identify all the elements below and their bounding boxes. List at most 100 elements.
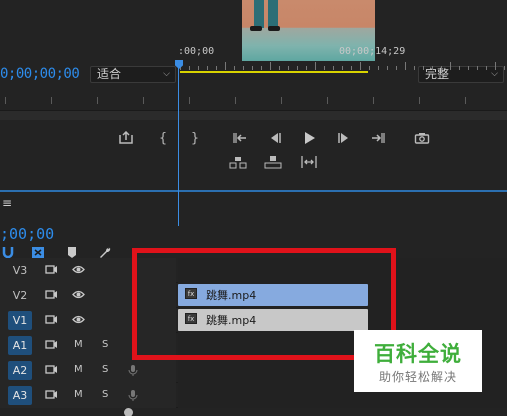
eye-icon[interactable] [72, 289, 85, 303]
sync-lock-icon[interactable] [45, 339, 58, 353]
track-target-v2[interactable]: V2 [8, 286, 32, 305]
track-target-a3[interactable]: A3 [8, 386, 32, 405]
ruler-tick [504, 66, 505, 70]
ruler-tick [327, 97, 328, 104]
track-target-v3[interactable]: V3 [8, 261, 32, 280]
ruler-tick [423, 66, 424, 70]
track-header: A2 M S [0, 358, 176, 383]
sync-lock-icon[interactable] [45, 289, 58, 303]
ruler-tick [5, 97, 6, 104]
ruler-tick [297, 66, 298, 70]
ruler-tick [419, 97, 420, 104]
preview-shoe-right [268, 26, 280, 31]
microphone-icon[interactable] [128, 364, 138, 380]
ruler-tick [369, 66, 370, 70]
track-target-v1[interactable]: V1 [8, 311, 32, 330]
mark-out-icon[interactable]: } [185, 130, 205, 148]
track-target-a1[interactable]: A1 [8, 336, 32, 355]
ruler-tick [261, 66, 262, 70]
ruler-tick [477, 66, 478, 70]
trim-icon[interactable] [299, 154, 319, 172]
ruler-tick [459, 66, 460, 70]
ruler-tick [216, 66, 217, 70]
ruler-start-time: :00;00 [178, 46, 215, 57]
timeline-timecode[interactable]: ;00;00 [0, 225, 54, 243]
sync-lock-icon[interactable] [45, 314, 58, 328]
microphone-icon[interactable] [128, 389, 138, 405]
program-monitor: 0;00;00;00 适合 ⌵ 完整 ⌵ { } [0, 0, 507, 190]
ruler-tick [486, 66, 487, 70]
monitor-time-ruler[interactable] [0, 93, 507, 107]
watermark-title: 百科全说 [374, 342, 462, 366]
go-to-in-icon[interactable] [230, 130, 250, 148]
ruler-tick [198, 66, 199, 70]
ruler-tick [279, 66, 280, 70]
ruler-tick [315, 62, 316, 70]
sync-lock-icon[interactable] [45, 364, 58, 378]
step-forward-icon[interactable] [334, 130, 354, 148]
ruler-tick [465, 97, 466, 104]
mute-button[interactable]: M [74, 364, 83, 375]
ruler-tick [432, 66, 433, 70]
ruler-tick [441, 66, 442, 70]
ruler-tick [288, 66, 289, 70]
play-icon[interactable] [299, 130, 319, 148]
ruler-tick [252, 66, 253, 70]
solo-button[interactable]: S [102, 389, 108, 400]
ruler-tick [351, 66, 352, 70]
ruler-tick [243, 66, 244, 70]
monitor-zoom-scrollbar[interactable] [0, 110, 507, 120]
playhead-line [178, 68, 179, 226]
ruler-tick [387, 66, 388, 70]
mute-button[interactable]: M [74, 389, 83, 400]
sync-lock-icon[interactable] [45, 264, 58, 278]
go-to-out-icon[interactable] [368, 130, 388, 148]
ruler-tick [270, 62, 271, 70]
playhead-timecode[interactable]: 0;00;00;00 [0, 66, 80, 82]
eye-icon[interactable] [72, 264, 85, 278]
ruler-tick [225, 62, 226, 70]
ruler-tick [495, 62, 496, 70]
sync-lock-icon[interactable] [45, 389, 58, 403]
zoom-fit-label: 适合 [97, 67, 122, 81]
ruler-tick [281, 97, 282, 104]
export-frame-icon[interactable] [116, 130, 136, 148]
eye-icon[interactable] [72, 314, 85, 328]
ruler-tick [234, 66, 235, 70]
watermark-logo: 百科全说 助你轻松解决 [354, 330, 482, 392]
work-area-bar[interactable] [180, 71, 368, 73]
panel-menu-icon[interactable]: ≡ [2, 196, 12, 210]
mute-button[interactable]: M [74, 339, 83, 350]
preview-shoe-left [250, 26, 262, 31]
ruler-tick [97, 97, 98, 104]
ruler-tick [342, 66, 343, 70]
solo-button[interactable]: S [102, 339, 108, 350]
step-back-icon[interactable] [265, 130, 285, 148]
ruler-tick [378, 66, 379, 70]
ruler-tick [360, 62, 361, 70]
ruler-tick [235, 97, 236, 104]
ruler-tick [189, 97, 190, 104]
watermark-subtitle: 助你轻松解决 [378, 370, 457, 384]
ruler-tick [396, 66, 397, 70]
lift-icon[interactable] [228, 154, 248, 172]
ruler-tick [189, 66, 190, 70]
ruler-tick [333, 66, 334, 70]
ruler-tick [207, 66, 208, 70]
solo-button[interactable]: S [102, 364, 108, 375]
timeline-zoom-handle[interactable] [124, 408, 133, 416]
ruler-tick [51, 97, 52, 104]
preview-figure [254, 0, 278, 28]
zoom-fit-dropdown[interactable]: 适合 ⌵ [90, 66, 176, 83]
ruler-end-time: 00;00;14;29 [339, 46, 406, 57]
chevron-down-icon: ⌵ [163, 69, 170, 79]
track-target-a2[interactable]: A2 [8, 361, 32, 380]
extract-icon[interactable] [263, 154, 283, 172]
track-header: A3 M S [0, 383, 176, 408]
camera-icon[interactable] [412, 130, 432, 148]
mark-in-icon[interactable]: { [153, 130, 173, 148]
ruler-tick [306, 66, 307, 70]
ruler-tick [373, 97, 374, 104]
ruler-tick [414, 66, 415, 70]
ruler-tick [450, 62, 451, 70]
